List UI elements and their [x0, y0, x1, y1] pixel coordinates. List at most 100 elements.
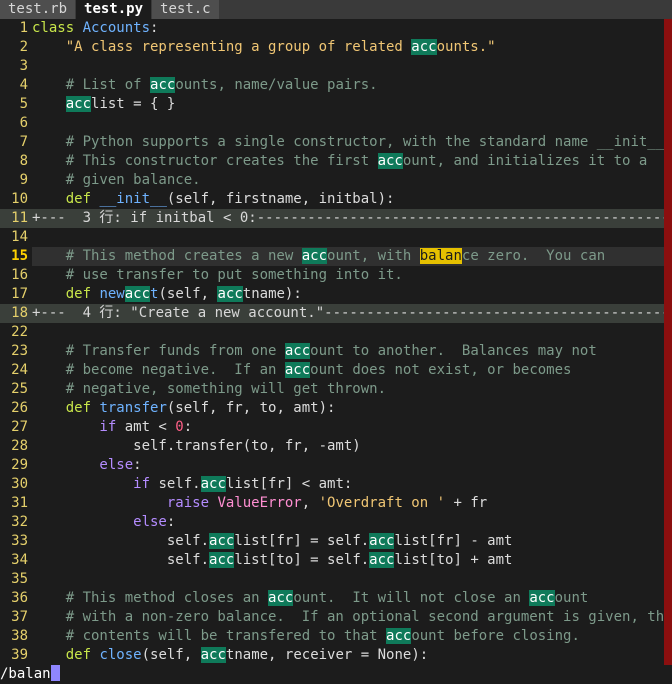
code-token: 0 [175, 419, 184, 435]
code-line[interactable]: 32 else: [0, 513, 672, 532]
line-number: 8 [19, 153, 28, 169]
scrollbar-thumb[interactable] [664, 19, 672, 665]
code-line[interactable]: 28 self.transfer(to, fr, -amt) [0, 437, 672, 456]
code-token: self. [32, 533, 210, 549]
line-number: 24 [11, 362, 28, 378]
code-token: : [166, 514, 176, 530]
code-editor[interactable]: 1 class Accounts: 2 "A class representing … [0, 19, 672, 665]
code-token: def [32, 286, 100, 302]
code-line[interactable]: 39 def close(self, acctname, receiver = … [0, 646, 672, 665]
code-token: # This method creates a new [32, 248, 302, 264]
line-text: # use transfer to put something into it. [32, 266, 403, 285]
code-token: ounts, name/value pairs. [175, 77, 378, 93]
code-line[interactable]: 33 self.acclist[fr] = self.acclist[fr] -… [0, 532, 672, 551]
code-token: "A class representing a group of related [32, 39, 412, 55]
line-text: else: [32, 456, 141, 475]
code-line[interactable]: 14 [0, 228, 672, 247]
line-text: # contents will be transfered to that ac… [32, 627, 580, 646]
line-number: 27 [11, 419, 28, 435]
command-line[interactable]: /balan [0, 665, 672, 684]
line-text: +--- 3 行: if initbal < 0:---------------… [32, 209, 672, 228]
fold-line[interactable]: 11 +--- 3 行: if initbal < 0:-------------… [0, 209, 672, 228]
search-match: acc [529, 590, 555, 606]
code-token: self. [158, 476, 201, 492]
code-line[interactable]: 35 [0, 570, 672, 589]
code-line[interactable]: 6 [0, 114, 672, 133]
code-line[interactable]: 17 def newacct(self, acctname): [0, 285, 672, 304]
code-token: Accounts [82, 20, 151, 36]
tab-test-c[interactable]: test.c [152, 0, 219, 19]
line-number: 14 [11, 229, 28, 245]
code-token: (self, fr, to, amt): [166, 400, 336, 416]
code-token: (self, [141, 647, 201, 663]
code-token: : [183, 419, 193, 435]
code-line[interactable]: 24 # become negative. If an account does… [0, 361, 672, 380]
search-match: acc [209, 533, 235, 549]
search-match: acc [200, 476, 226, 492]
code-token: ount to another. Balances may not [310, 343, 597, 359]
line-number: 22 [11, 324, 28, 340]
code-token: # contents will be transfered to that [32, 628, 387, 644]
code-token: list[to] = self. [234, 552, 370, 568]
cursor-line[interactable]: 15 # This method creates a new account, … [0, 247, 672, 266]
search-match: acc [217, 286, 243, 302]
code-line[interactable]: 3 [0, 57, 672, 76]
code-line[interactable]: 27 if amt < 0: [0, 418, 672, 437]
line-number: 18 [11, 305, 28, 321]
code-line[interactable]: 22 [0, 323, 672, 342]
command-cursor [50, 665, 60, 681]
code-token: list[to] + amt [394, 552, 513, 568]
line-number: 7 [19, 134, 28, 150]
tab-test-rb[interactable]: test.rb [0, 0, 76, 19]
line-text: # List of accounts, name/value pairs. [32, 76, 378, 95]
code-token: list[fr] = self. [234, 533, 370, 549]
scrollbar[interactable] [664, 19, 672, 665]
line-number: 29 [11, 457, 28, 473]
code-line[interactable]: 31 raise ValueError, 'Overdraft on ' + f… [0, 494, 672, 513]
line-number: 15 [11, 248, 28, 264]
code-line[interactable]: 2 "A class representing a group of relat… [0, 38, 672, 57]
line-text: # This constructor creates the first acc… [32, 152, 647, 171]
code-token: ounts." [436, 39, 496, 55]
code-line[interactable]: 38 # contents will be transfered to that… [0, 627, 672, 646]
code-line[interactable]: 1 class Accounts: [0, 19, 672, 38]
code-line[interactable]: 9 # given balance. [0, 171, 672, 190]
code-token: 'Overdraft on ' [318, 495, 446, 511]
code-line[interactable]: 8 # This constructor creates the first a… [0, 152, 672, 171]
code-line[interactable]: 34 self.acclist[to] = self.acclist[to] +… [0, 551, 672, 570]
search-match: acc [411, 39, 437, 55]
code-line[interactable]: 10 def __init__(self, firstname, initbal… [0, 190, 672, 209]
code-token: def [32, 400, 100, 416]
code-token: if [32, 419, 125, 435]
code-line[interactable]: 37 # with a non-zero balance. If an opti… [0, 608, 672, 627]
search-match: acc [268, 590, 294, 606]
line-text: class Accounts: [32, 19, 158, 38]
code-token: # Python supports a single constructor, … [32, 134, 672, 150]
tab-test-py[interactable]: test.py [76, 0, 152, 19]
code-line[interactable]: 23 # Transfer funds from one account to … [0, 342, 672, 361]
line-number: 26 [11, 400, 28, 416]
code-token: # use transfer to put something into it. [32, 267, 403, 283]
code-line[interactable]: 26 def transfer(self, fr, to, amt): [0, 399, 672, 418]
code-line[interactable]: 29 else: [0, 456, 672, 475]
code-token: # become negative. If an [32, 362, 285, 378]
fold-line[interactable]: 18 +--- 4 行: "Create a new account."-----… [0, 304, 672, 323]
line-number: 10 [11, 191, 28, 207]
code-line[interactable]: 36 # This method closes an account. It w… [0, 589, 672, 608]
line-text: acclist = { } [32, 95, 175, 114]
code-line[interactable]: 7 # Python supports a single constructor… [0, 133, 672, 152]
line-number: 31 [11, 495, 28, 511]
code-token: self. [32, 552, 210, 568]
line-number: 28 [11, 438, 28, 454]
search-match: acc [150, 77, 176, 93]
code-line[interactable]: 30 if self.acclist[fr] < amt: [0, 475, 672, 494]
code-line[interactable]: 4 # List of accounts, name/value pairs. [0, 76, 672, 95]
code-token: ValueError [217, 495, 302, 511]
code-line[interactable]: 16 # use transfer to put something into … [0, 266, 672, 285]
line-number: 23 [11, 343, 28, 359]
search-match: acc [301, 248, 328, 264]
code-line[interactable]: 25 # negative, something will get thrown… [0, 380, 672, 399]
code-line[interactable]: 5 acclist = { } [0, 95, 672, 114]
tab-bar-fill [219, 0, 672, 19]
